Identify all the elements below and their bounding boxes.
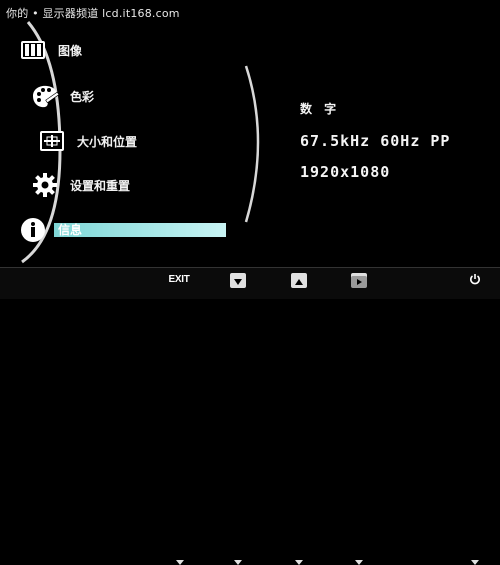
menu-item-label-selected: 信息 <box>54 223 226 237</box>
input-source-value: 数 字 <box>300 102 341 116</box>
menu-item-picture[interactable]: 图像 <box>18 36 82 64</box>
frequency-value: 67.5kHz 60Hz PP <box>300 132 451 150</box>
up-arrow-icon <box>291 273 307 288</box>
info-icon <box>18 216 48 244</box>
power-icon <box>469 270 481 289</box>
play-right-icon <box>351 273 367 288</box>
enter-button[interactable] <box>351 272 367 288</box>
menu-item-label: 设置和重置 <box>70 178 131 193</box>
enter-indicator-arrow <box>355 560 363 565</box>
power-button[interactable] <box>468 272 482 286</box>
down-button[interactable] <box>230 272 246 288</box>
palette-icon <box>30 82 60 110</box>
menu-item-label: 大小和位置 <box>77 134 138 149</box>
resolution-value: 1920x1080 <box>300 163 391 181</box>
button-guide-bar: EXIT <box>0 267 500 565</box>
up-indicator-arrow <box>295 560 303 565</box>
exit-indicator-arrow <box>176 560 184 565</box>
down-arrow-icon <box>230 273 246 288</box>
menu-item-label: 色彩 <box>70 89 95 104</box>
up-button[interactable] <box>291 272 307 288</box>
picture-bars-icon <box>18 36 48 64</box>
gear-icon <box>30 171 60 199</box>
menu-item-size-position[interactable]: 大小和位置 <box>37 127 137 155</box>
power-indicator-arrow <box>471 560 479 565</box>
menu-item-setup-reset[interactable]: 设置和重置 <box>30 171 130 199</box>
size-position-icon <box>37 127 67 155</box>
down-indicator-arrow <box>234 560 242 565</box>
menu-item-information[interactable]: 信息 <box>18 216 226 244</box>
menu-item-label: 图像 <box>58 43 83 58</box>
exit-button[interactable]: EXIT <box>166 272 192 286</box>
menu-item-color[interactable]: 色彩 <box>30 82 94 110</box>
